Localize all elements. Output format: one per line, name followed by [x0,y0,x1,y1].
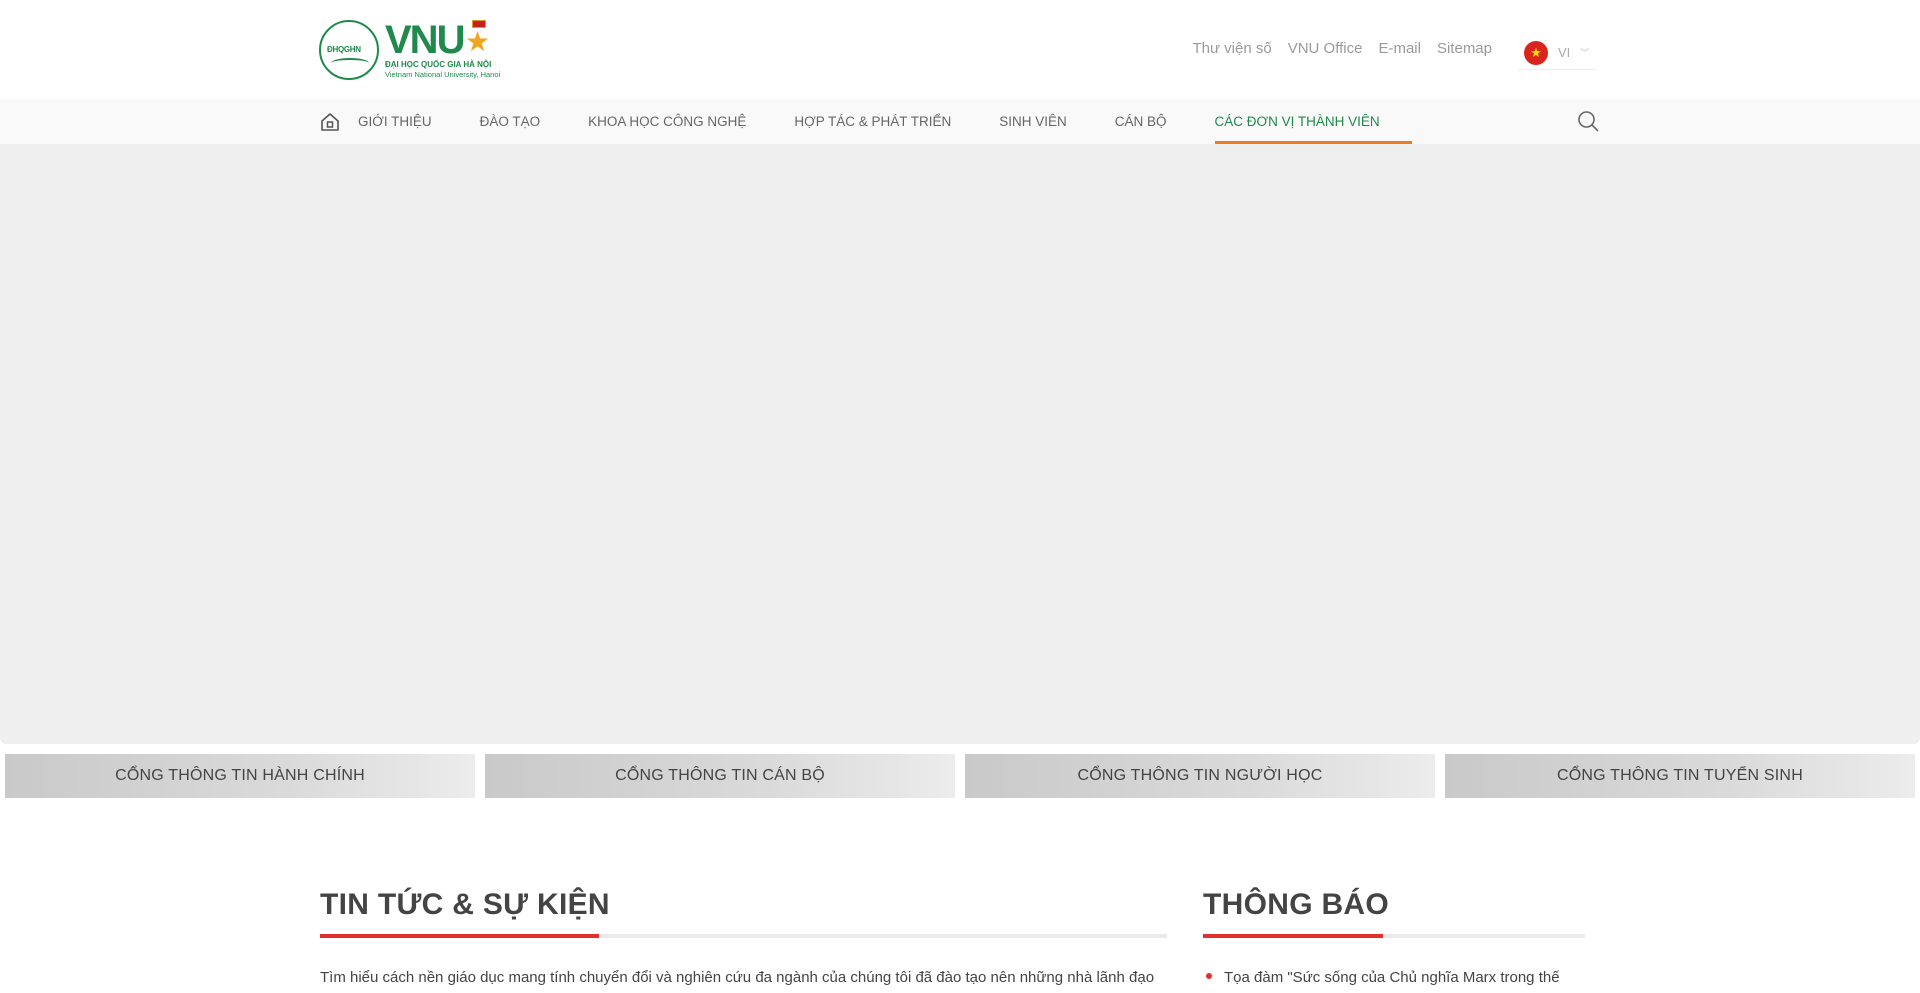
language-selector[interactable]: ★ VI ﹀ [1518,36,1596,70]
notice-title-underline [1203,934,1585,938]
notice-item[interactable]: Tọa đàm "Sức sống của Chủ nghĩa Marx tro… [1206,966,1571,990]
top-links: Thư viện số VNU Office E-mail Sitemap [1192,40,1492,57]
portal-links: CỔNG THÔNG TIN HÀNH CHÍNH CỔNG THÔNG TIN… [5,754,1915,798]
language-code: VI [1558,45,1571,60]
nav-item-training[interactable]: ĐÀO TẠO [480,99,541,144]
logo-emblem: ĐHQGHN [319,20,379,80]
nav-item-students[interactable]: SINH VIÊN [999,99,1067,144]
portal-administrative[interactable]: CỔNG THÔNG TIN HÀNH CHÍNH [5,754,475,798]
toplink-sitemap[interactable]: Sitemap [1437,40,1492,57]
chevron-down-icon: ﹀ [1580,48,1590,58]
news-title-underline [320,934,1167,938]
portal-staff[interactable]: CỔNG THÔNG TIN CÁN BỘ [485,754,955,798]
logo-star-icon: ★ [465,26,491,57]
nav-item-cooperation[interactable]: HỢP TÁC & PHÁT TRIỂN [794,99,951,144]
nav-item-about[interactable]: GIỚI THIỆU [358,99,432,144]
notice-item-text[interactable]: Tọa đàm "Sức sống của Chủ nghĩa Marx tro… [1224,969,1560,986]
logo-subtitle-en: Vietnam National University, Hanoi [385,70,501,79]
bullet-dot-icon [1206,973,1212,980]
hero-banner[interactable] [0,144,1920,744]
toplink-vnu-office[interactable]: VNU Office [1288,40,1363,57]
notice-section-title: THÔNG BÁO [1203,888,1390,921]
nav-item-member-units[interactable]: CÁC ĐƠN VỊ THÀNH VIÊN [1214,99,1412,144]
toplink-email[interactable]: E-mail [1378,40,1421,57]
news-section-title: TIN TỨC & SỰ KIỆN [320,888,610,921]
portal-learners[interactable]: CỔNG THÔNG TIN NGƯỜI HỌC [965,754,1435,798]
logo-brand: VNU [385,18,465,62]
logo-circle-text: ĐHQGHN [327,45,361,54]
home-icon[interactable] [320,112,340,132]
nav-item-science-technology[interactable]: KHOA HỌC CÔNG NGHỆ [588,99,746,144]
logo-subtitle-vi: ĐẠI HỌC QUỐC GIA HÀ NỘI [385,60,492,69]
nav-items: GIỚI THIỆU ĐÀO TẠO KHOA HỌC CÔNG NGHỆ HỢ… [358,99,1428,144]
portal-admissions[interactable]: CỔNG THÔNG TIN TUYỂN SINH [1445,754,1915,798]
vnu-logo[interactable]: ĐHQGHN VNU ★ ĐẠI HỌC QUỐC GIA HÀ NỘI Vie… [319,18,509,82]
vietnam-flag-icon: ★ [1524,40,1548,65]
nav-item-staff[interactable]: CÁN BỘ [1115,99,1167,144]
main-nav: GIỚI THIỆU ĐÀO TẠO KHOA HỌC CÔNG NGHỆ HỢ… [0,99,1920,144]
header: ĐHQGHN VNU ★ ĐẠI HỌC QUỐC GIA HÀ NỘI Vie… [0,0,1920,99]
logo-wave [331,58,369,68]
toplink-digital-library[interactable]: Thư viện số [1192,40,1271,57]
news-intro-text: Tìm hiểu cách nền giáo dục mang tính chu… [320,969,1155,986]
search-icon[interactable] [1577,110,1599,132]
